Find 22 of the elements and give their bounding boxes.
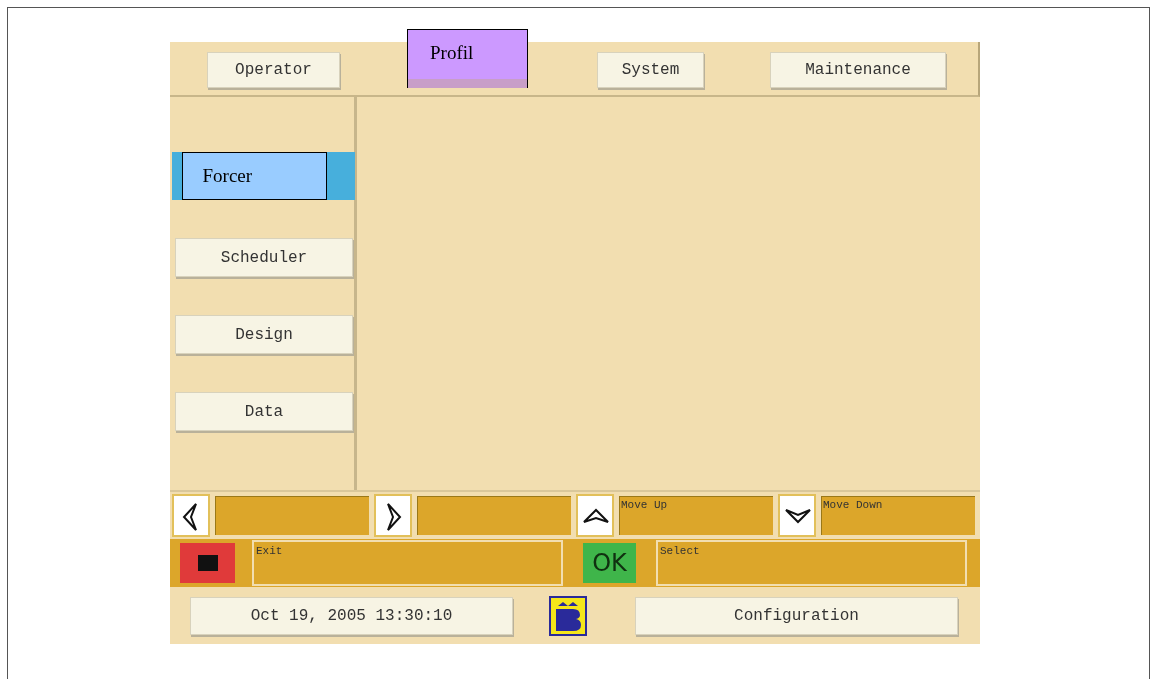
arrow-key[interactable] [172,494,210,537]
menu-button[interactable]: Design [175,315,353,354]
tab[interactable]: Profil [407,29,528,88]
ok-button[interactable]: OK [583,543,636,583]
arrow-key[interactable] [576,494,614,537]
menu-button[interactable]: Data [175,392,353,431]
menu-button[interactable]: Forcer [172,152,355,200]
tab[interactable]: Maintenance [770,52,946,88]
tab[interactable]: System [597,52,704,88]
menu-button[interactable]: Scheduler [175,238,353,277]
configuration-button[interactable]: Configuration [635,596,958,635]
key-label: Move Down [823,499,883,511]
date-time: Oct 19, 2005 13:30:10 [190,596,513,635]
stop-button[interactable] [180,543,235,583]
logo-icon [549,595,587,636]
stop-icon [197,555,218,571]
arrow-key[interactable] [374,494,412,537]
key-label: Select [660,545,700,557]
tab[interactable]: Operator [207,52,340,88]
key-label: Exit [256,545,283,557]
key-label: Move Up [621,499,668,511]
arrow-key[interactable] [778,494,816,537]
